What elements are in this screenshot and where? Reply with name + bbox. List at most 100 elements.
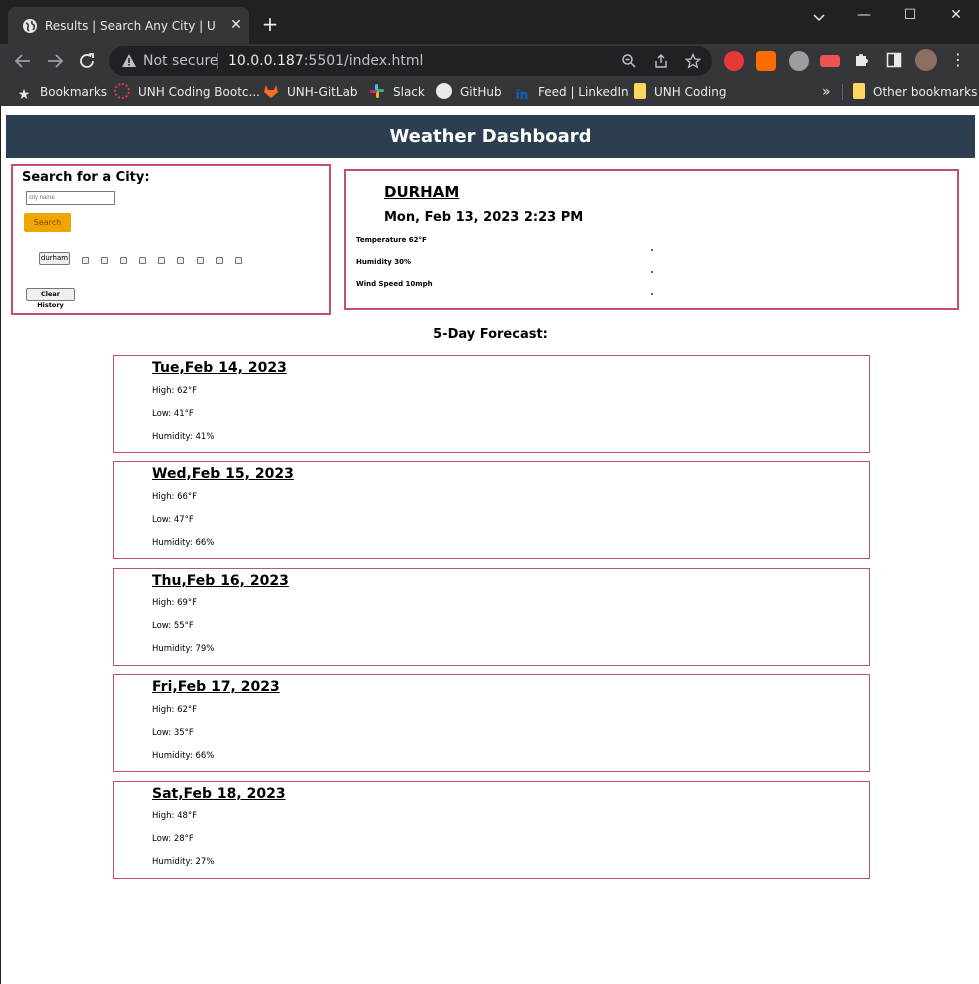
extension-music-icon[interactable] [789,51,809,71]
bookmark-item[interactable]: UNH Coding Bootc... [114,83,260,101]
warning-icon[interactable] [121,53,137,69]
share-icon[interactable] [653,53,669,69]
search-panel: Search for a City: Search durham Clear H… [11,164,331,315]
forecast-high: High: 66°F [152,492,198,502]
reload-icon[interactable] [76,50,98,72]
bookmark-item[interactable]: in Feed | LinkedIn [514,83,629,102]
avatar[interactable] [915,49,937,71]
side-panel-icon[interactable] [886,52,902,68]
browser-tab-active[interactable]: Results | Search Any City | Up To Date W… [8,7,249,44]
extension-cloud-icon[interactable] [756,51,776,71]
forecast-day-card: Thu,Feb 16, 2023 High: 69°F Low: 55°F Hu… [113,568,870,666]
forecast-day-card: Tue,Feb 14, 2023 High: 62°F Low: 41°F Hu… [113,355,870,453]
forecast-high: High: 62°F [152,705,198,715]
weather-icon-placeholder [651,271,653,273]
history-empty-button[interactable] [101,257,108,264]
tab-title: Results | Search Any City | Up To Date W… [45,19,215,33]
folder-icon [634,83,646,99]
extension-stop-icon[interactable] [724,51,744,71]
bookmarks-overflow-icon[interactable]: » [822,83,831,101]
bookmarks-bar: ★ Bookmarks UNH Coding Bootc... UNH-GitLa… [0,78,979,106]
other-bookmarks-folder[interactable]: Other bookmarks [853,83,977,101]
maximize-icon[interactable]: ☐ [887,0,933,30]
zoom-icon[interactable] [621,53,637,69]
bookmark-item[interactable]: UNH-GitLab [263,83,358,101]
city-search-input[interactable] [26,191,115,205]
browser-toolbar: Not secure 10.0.0.187:5501/index.html ⋮ [0,44,979,78]
history-empty-button[interactable] [139,257,146,264]
forecast-heading: 5-Day Forecast: [433,327,548,342]
city-name: DURHAM [384,183,460,201]
slack-icon [370,84,384,98]
history-empty-button[interactable] [177,257,184,264]
forecast-humidity: Humidity: 66% [152,751,215,761]
bookmark-item[interactable]: GitHub [436,83,502,101]
not-secure-label[interactable]: Not secure [143,52,219,70]
back-arrow-icon[interactable] [12,50,34,72]
tab-strip: Results | Search Any City | Up To Date W… [0,0,979,44]
forecast-date: Thu,Feb 16, 2023 [152,573,289,589]
forecast-humidity: Humidity: 27% [152,857,215,867]
forecast-date: Wed,Feb 15, 2023 [152,466,294,482]
gitlab-icon [264,85,278,98]
forecast-low: Low: 41°F [152,409,194,419]
history-city-button[interactable]: durham [39,252,70,265]
puzzle-icon[interactable] [853,52,869,68]
divider [842,84,843,100]
star-icon: ★ [17,87,31,103]
forecast-date: Sat,Feb 18, 2023 [152,786,286,802]
history-empty-button[interactable] [158,257,165,264]
bootcamp-icon [114,83,130,99]
forecast-low: Low: 28°F [152,834,194,844]
history-empty-button[interactable] [120,257,127,264]
forecast-humidity: Humidity: 66% [152,538,215,548]
bookmark-item[interactable]: ★ Bookmarks [16,83,107,103]
forecast-low: Low: 55°F [152,621,194,631]
search-heading: Search for a City: [22,170,150,185]
close-icon[interactable]: ✕ [228,17,244,33]
address-bar[interactable]: Not secure 10.0.0.187:5501/index.html [109,46,712,76]
window-close-icon[interactable]: ✕ [933,0,979,30]
forecast-low: Low: 35°F [152,728,194,738]
bookmark-item[interactable]: Slack [369,83,425,101]
url-text[interactable]: 10.0.0.187:5501/index.html [228,52,423,70]
menu-icon[interactable]: ⋮ [950,50,966,70]
history-empty-button[interactable] [197,257,204,264]
divider [217,53,218,69]
forecast-day-card: Wed,Feb 15, 2023 High: 66°F Low: 47°F Hu… [113,461,870,559]
history-empty-button[interactable] [216,257,223,264]
bookmark-folder[interactable]: UNH Coding [634,83,727,101]
new-tab-icon[interactable]: + [259,13,281,35]
search-button[interactable]: Search [24,213,71,232]
page-viewport: Weather Dashboard Search for a City: Sea… [0,106,979,984]
forward-arrow-icon[interactable] [44,50,66,72]
forecast-high: High: 69°F [152,598,198,608]
forecast-date: Tue,Feb 14, 2023 [152,360,287,376]
wind-speed-value: Wind Speed 10mph [356,280,433,288]
url-host: 10.0.0.187 [228,53,304,69]
minimize-icon[interactable]: — [841,0,887,30]
history-empty-button[interactable] [235,257,242,264]
humidity-value: Humidity 30% [356,258,412,266]
extension-video-icon[interactable] [820,55,840,67]
folder-icon [853,83,865,99]
forecast-high: High: 62°F [152,386,198,396]
forecast-day-card: Sat,Feb 18, 2023 High: 48°F Low: 28°F Hu… [113,781,870,879]
bookmark-star-icon[interactable] [685,53,701,69]
github-icon [436,83,452,99]
linkedin-icon: in [515,88,529,102]
temperature-value: Temperature 62°F [356,236,427,244]
clear-history-button[interactable]: Clear History [26,288,75,309]
current-weather-panel: DURHAM Mon, Feb 13, 2023 2:23 PM Tempera… [344,169,959,310]
forecast-humidity: Humidity: 79% [152,644,215,654]
url-path: :5501/index.html [303,53,424,69]
chevron-down-icon[interactable] [810,8,828,26]
forecast-humidity: Humidity: 41% [152,432,215,442]
weather-icon-placeholder [651,249,653,251]
forecast-high: High: 48°F [152,811,198,821]
history-empty-button[interactable] [82,257,89,264]
current-datetime: Mon, Feb 13, 2023 2:23 PM [384,210,584,225]
page-title: Weather Dashboard [6,115,975,158]
forecast-day-card: Fri,Feb 17, 2023 High: 62°F Low: 35°F Hu… [113,674,870,772]
globe-icon [23,19,37,33]
